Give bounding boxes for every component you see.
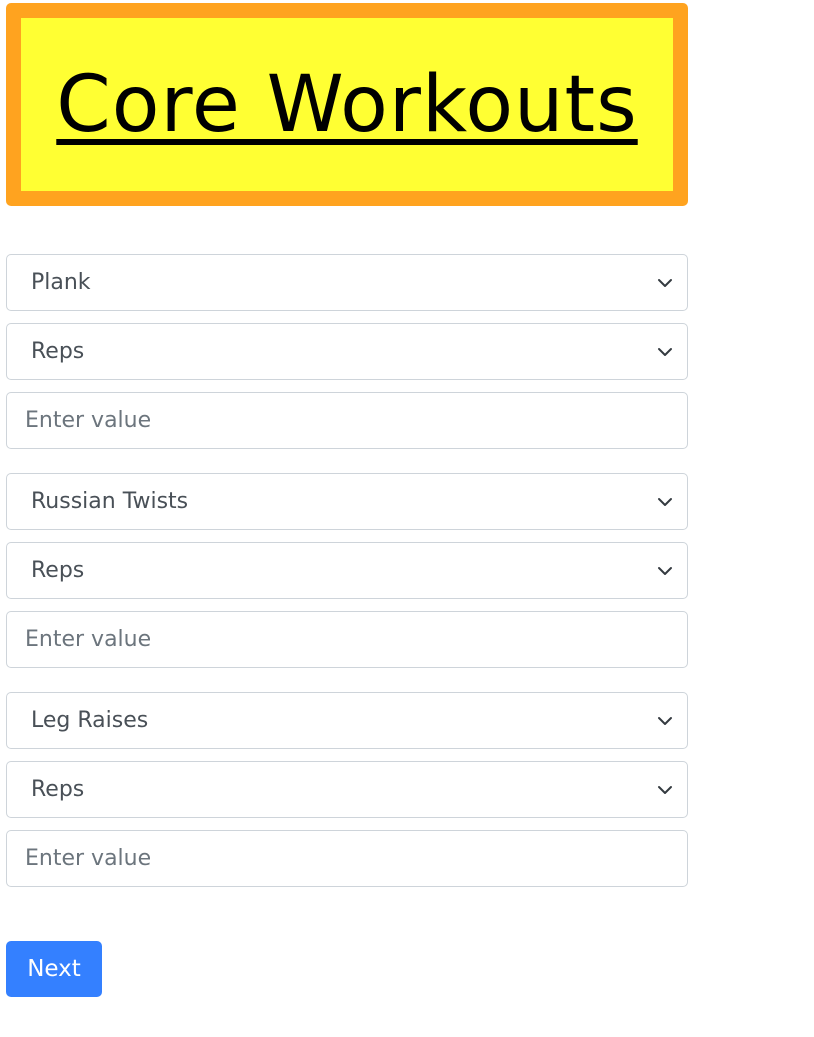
next-button[interactable]: Next xyxy=(6,941,102,997)
exercise-select-1[interactable]: Plank xyxy=(6,254,688,311)
exercise-select-value: Russian Twists xyxy=(31,489,189,514)
unit-select-value: Reps xyxy=(31,777,85,802)
chevron-down-icon xyxy=(657,782,673,798)
value-input-1[interactable] xyxy=(6,392,688,449)
chevron-down-icon xyxy=(657,713,673,729)
header-banner: Core Workouts xyxy=(6,3,688,206)
value-input-2[interactable] xyxy=(6,611,688,668)
unit-select-value: Reps xyxy=(31,339,85,364)
chevron-down-icon xyxy=(657,344,673,360)
exercise-select-3[interactable]: Leg Raises xyxy=(6,692,688,749)
exercise-select-value: Plank xyxy=(31,270,91,295)
chevron-down-icon xyxy=(657,275,673,291)
chevron-down-icon xyxy=(657,563,673,579)
page-title: Core Workouts xyxy=(56,59,638,150)
exercise-select-value: Leg Raises xyxy=(31,708,149,733)
unit-select-value: Reps xyxy=(31,558,85,583)
unit-select-1[interactable]: Reps xyxy=(6,323,688,380)
unit-select-2[interactable]: Reps xyxy=(6,542,688,599)
exercise-select-2[interactable]: Russian Twists xyxy=(6,473,688,530)
value-input-3[interactable] xyxy=(6,830,688,887)
unit-select-3[interactable]: Reps xyxy=(6,761,688,818)
chevron-down-icon xyxy=(657,494,673,510)
